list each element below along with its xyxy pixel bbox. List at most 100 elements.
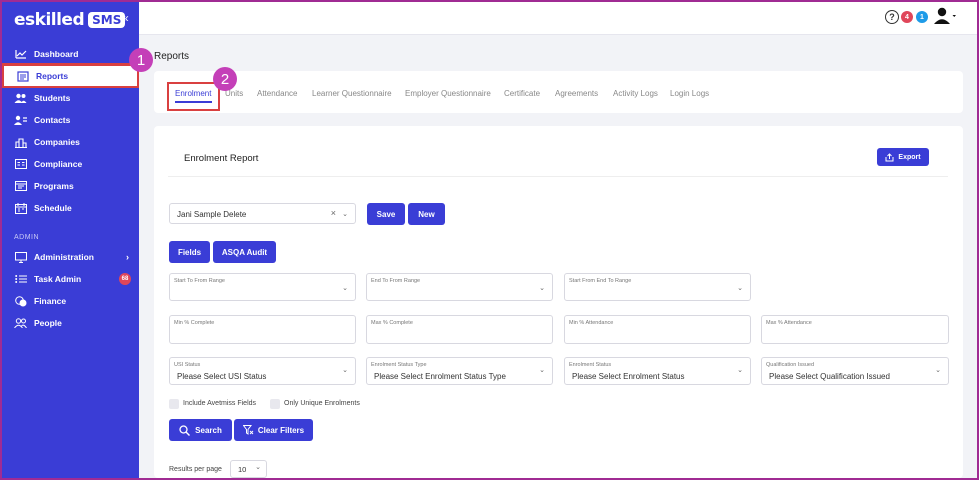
clear-selection-icon[interactable]: × [331,208,336,218]
calendar-icon [14,202,27,214]
min-complete-input[interactable]: Min % Complete [169,315,356,344]
list-icon [14,274,27,285]
end-to-from-range-select[interactable]: End To From Range ⌄ [366,273,553,301]
sidebar-item-compliance[interactable]: Compliance [2,154,139,174]
filter-label: Min % Complete [174,320,215,326]
tab-activity-logs[interactable]: Activity Logs [613,89,658,98]
chevron-down-icon: ⌄ [737,367,743,374]
callout-number-1: 1 [129,48,153,72]
help-icon[interactable]: ? [885,10,899,24]
sidebar-item-students[interactable]: Students [2,88,139,108]
sidebar-item-administration[interactable]: Administration › [2,247,139,267]
filter-clear-icon [242,425,254,435]
id-card-icon [14,159,27,170]
export-button[interactable]: Export [877,148,929,166]
only-unique-label: Only Unique Enrolments [284,400,360,407]
export-icon [885,152,894,161]
sidebar-item-label: Compliance [34,159,83,169]
sidebar-item-label: Task Admin [34,274,82,284]
asqa-audit-button[interactable]: ASQA Audit [213,241,276,263]
tab-agreements[interactable]: Agreements [555,89,598,98]
tab-employer-questionnaire[interactable]: Employer Questionnaire [405,89,491,98]
saved-report-select[interactable]: Jani Sample Delete × ⌄ [169,203,356,224]
sidebar-item-finance[interactable]: Finance [2,291,139,311]
sidebar-item-dashboard[interactable]: Dashboard [2,44,139,64]
sidebar-item-task-admin[interactable]: Task Admin 68 [2,269,139,289]
sidebar-item-label: Administration [34,252,94,262]
logo-text: eskilled [14,10,85,30]
tab-learner-questionnaire[interactable]: Learner Questionnaire [312,89,392,98]
start-to-from-range-select[interactable]: Start To From Range ⌄ [169,273,356,301]
saved-report-value: Jani Sample Delete [177,210,247,219]
filter-label: Min % Attendance [569,320,614,326]
top-bar: ? 4 1 [139,2,977,35]
chevron-down-icon: ⌄ [539,285,545,292]
chart-line-icon [14,49,27,60]
usi-status-select[interactable]: USI Status Please Select USI Status ⌄ [169,357,356,385]
filter-value: Please Select Qualification Issued [769,372,890,381]
chevron-down-icon: ⌄ [342,367,348,374]
filter-label: Start To From Range [174,278,225,284]
logo[interactable]: eskilled SMS [14,9,126,31]
logo-badge: SMS [88,12,126,28]
monitor-icon [14,251,27,263]
max-complete-input[interactable]: Max % Complete [366,315,553,344]
notification-blue-badge[interactable]: 1 [916,11,928,23]
sidebar-item-label: Students [34,93,71,103]
filter-value: Please Select Enrolment Status [572,372,685,381]
users-icon [14,93,27,104]
fields-button[interactable]: Fields [169,241,210,263]
sidebar-item-label: People [34,318,62,328]
tab-certificate[interactable]: Certificate [504,89,540,98]
start-from-end-to-range-select[interactable]: Start From End To Range ⌄ [564,273,751,301]
enrolment-status-select[interactable]: Enrolment Status Please Select Enrolment… [564,357,751,385]
enrolment-status-type-select[interactable]: Enrolment Status Type Please Select Enro… [366,357,553,385]
user-menu[interactable] [933,7,957,27]
report-title: Enrolment Report [184,153,259,164]
chevron-down-icon: ⌄ [737,285,743,292]
new-button[interactable]: New [408,203,445,225]
sidebar-item-programs[interactable]: Programs [2,176,139,196]
chevron-down-icon: ⌄ [255,464,261,471]
filter-label: Max % Complete [371,320,413,326]
qualification-issued-select[interactable]: Qualification Issued Please Select Quali… [761,357,949,385]
contacts-icon [14,115,27,126]
admin-section-heading: ADMIN [14,234,40,241]
task-count-badge: 68 [119,273,131,285]
search-label: Search [195,425,222,435]
only-unique-checkbox[interactable] [270,399,280,409]
sidebar-item-contacts[interactable]: Contacts [2,110,139,130]
sidebar-item-label: Contacts [34,115,71,125]
include-avetmiss-label: Include Avetmiss Fields [183,400,257,407]
tab-login-logs[interactable]: Login Logs [670,89,709,98]
tab-attendance[interactable]: Attendance [257,89,297,98]
sidebar-item-companies[interactable]: Companies [2,132,139,152]
clear-filters-button[interactable]: Clear Filters [234,419,313,441]
filter-value: Please Select Enrolment Status Type [374,372,506,381]
sidebar-item-label: Schedule [34,203,72,213]
export-label: Export [898,153,921,161]
include-avetmiss-checkbox[interactable] [169,399,179,409]
min-attendance-input[interactable]: Min % Attendance [564,315,751,344]
collapse-sidebar-icon[interactable]: « [122,11,129,25]
sidebar-item-schedule[interactable]: Schedule [2,198,139,218]
people-icon [14,318,27,329]
chevron-down-icon: ⌄ [935,367,941,374]
search-button[interactable]: Search [169,419,232,441]
sidebar-item-label: Companies [34,137,80,147]
filter-label: Enrolment Status [569,362,612,368]
filter-label: Qualification Issued [766,362,814,368]
sidebar-item-people[interactable]: People [2,313,139,333]
save-button[interactable]: Save [367,203,405,225]
filter-label: Start From End To Range [569,278,632,284]
user-avatar-icon [934,7,956,24]
results-per-page-value: 10 [238,465,247,474]
max-attendance-input[interactable]: Max % Attendance [761,315,949,344]
filter-label: Enrolment Status Type [371,362,427,368]
filter-value: Please Select USI Status [177,372,267,381]
notification-red-badge[interactable]: 4 [901,11,913,23]
chevron-down-icon: ⌄ [342,285,348,292]
coins-icon [14,295,27,307]
results-per-page-select[interactable]: 10 ⌄ [230,460,267,478]
callout-number-2: 2 [213,67,237,91]
